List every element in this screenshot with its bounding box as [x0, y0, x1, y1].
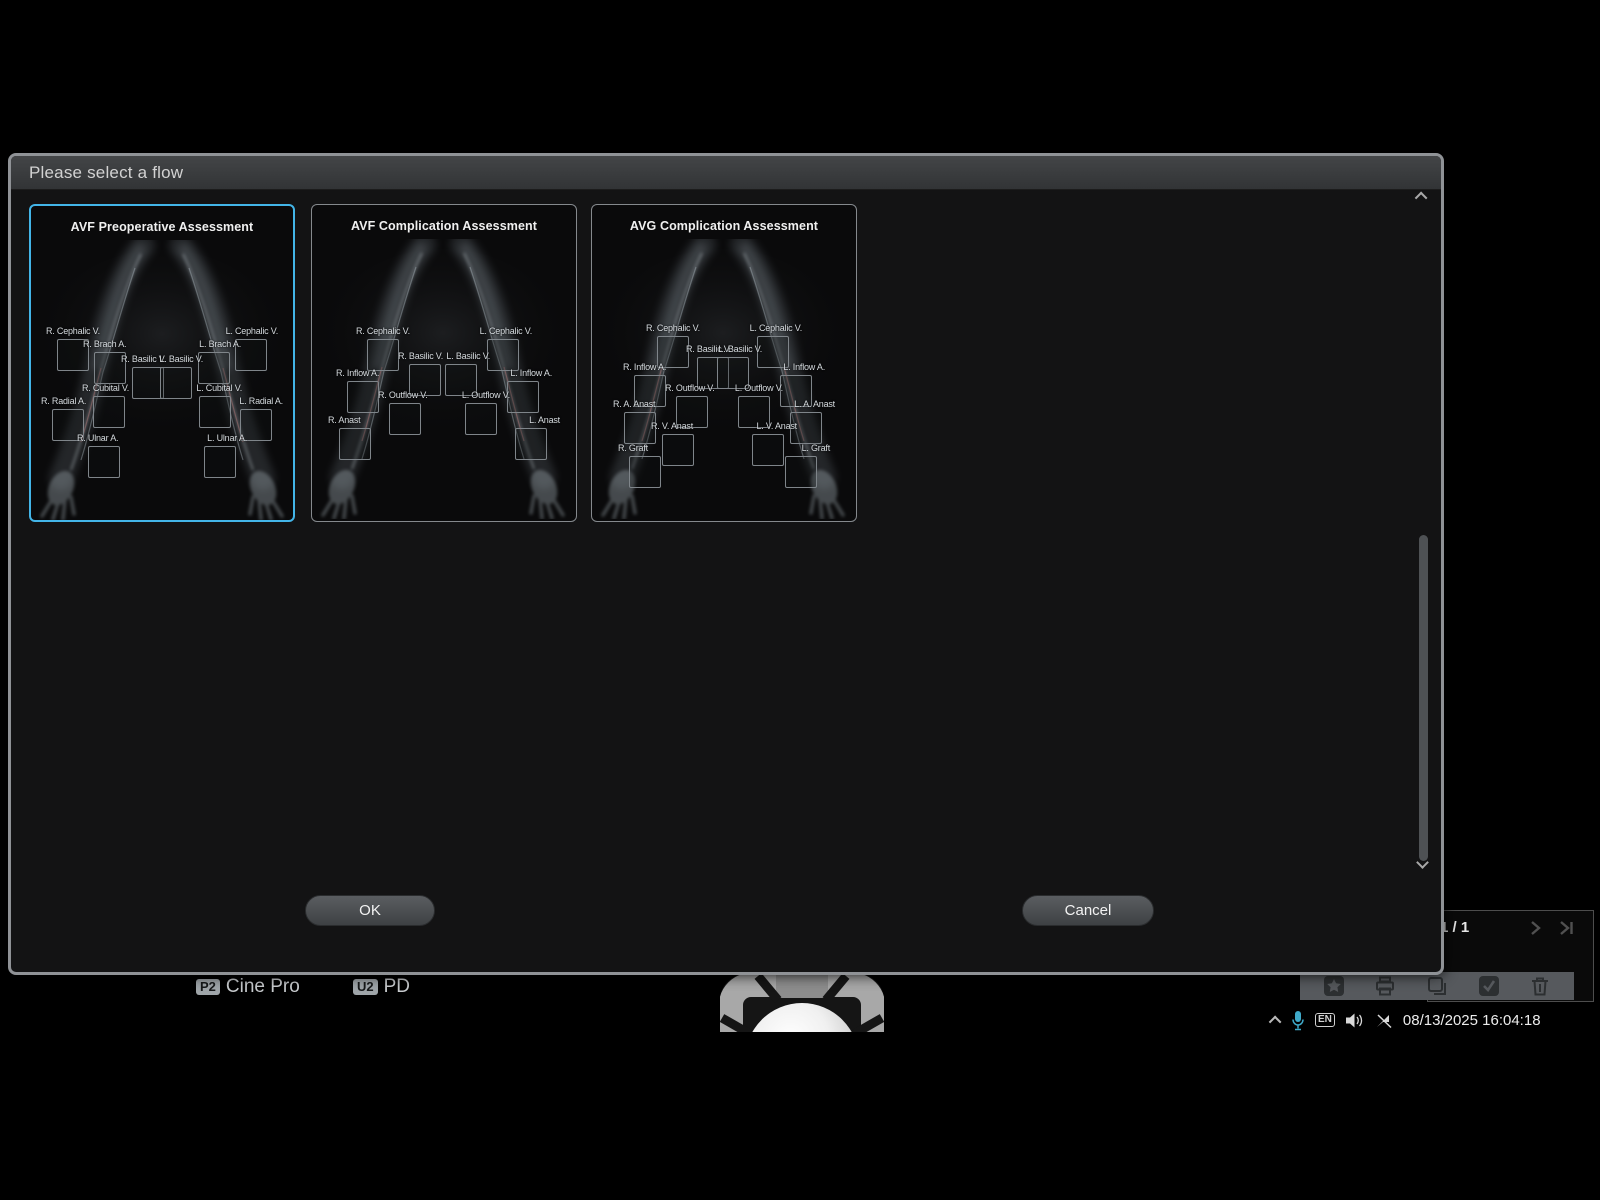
- vessel-box: [88, 446, 120, 478]
- vessel-label: R. Outflow V.: [378, 390, 428, 400]
- speaker-icon[interactable]: [1345, 1012, 1365, 1029]
- softkey-pd[interactable]: U2 PD: [353, 976, 410, 998]
- vessel-label: L. Graft: [802, 443, 830, 453]
- clock: 08/13/2025 16:04:18: [1403, 1012, 1541, 1029]
- vessel-box: [507, 381, 539, 413]
- star-icon[interactable]: [1323, 975, 1345, 997]
- trash-icon[interactable]: [1529, 975, 1551, 997]
- language-badge[interactable]: EN: [1315, 1013, 1335, 1027]
- vessel-label: L. Ulnar A.: [207, 433, 247, 443]
- flow-card-avf-preoperative[interactable]: AVF Preoperative Assessment R. Cephalic V…: [29, 204, 295, 522]
- next-page-icon[interactable]: [1529, 920, 1541, 936]
- vessel-label: L. Inflow A.: [783, 362, 825, 372]
- vessel-box: [199, 396, 231, 428]
- softkey-label: Cine Pro: [226, 976, 300, 998]
- vessel-label: R. Cubital V.: [82, 383, 129, 393]
- cine-save-icon[interactable]: [1426, 975, 1448, 997]
- vessel-label: R. Inflow A.: [336, 368, 379, 378]
- vessel-box: [465, 403, 497, 435]
- vessel-label: L. Outflow V.: [462, 390, 510, 400]
- flow-card-avf-complication[interactable]: AVF Complication Assessment R. Cephalic V…: [311, 204, 577, 522]
- vessel-box: [389, 403, 421, 435]
- ok-button[interactable]: OK: [305, 895, 435, 926]
- vessel-label: R. A. Anast: [613, 399, 655, 409]
- vessel-box: [367, 339, 399, 371]
- vessel-box: [339, 428, 371, 460]
- vessel-box: [629, 456, 661, 488]
- last-page-icon[interactable]: [1559, 920, 1575, 936]
- softkey-badge: U2: [353, 979, 378, 995]
- review-toolbar: [1300, 972, 1574, 1000]
- vessel-label: L. Brach A.: [199, 339, 241, 349]
- microphone-icon[interactable]: [1291, 1010, 1305, 1031]
- vessel-label: R. Inflow A.: [623, 362, 666, 372]
- vessel-label: R. V. Anast: [651, 421, 693, 431]
- flow-card-title: AVF Complication Assessment: [312, 219, 576, 233]
- flow-card-title: AVF Preoperative Assessment: [31, 220, 293, 234]
- vessel-box: [662, 434, 694, 466]
- scrollbar-thumb[interactable]: [1419, 535, 1428, 861]
- network-icon[interactable]: [1375, 1012, 1393, 1029]
- vessel-label: L. Radial A.: [239, 396, 283, 406]
- vessel-label: R. Graft: [618, 443, 648, 453]
- vessel-box: [752, 434, 784, 466]
- vessel-label: L. Basilic V.: [159, 354, 203, 364]
- vessel-box: [93, 396, 125, 428]
- vessel-label: R. Anast: [328, 415, 360, 425]
- page-indicator: 1 / 1: [1440, 919, 1469, 936]
- vessel-label: L. Anast: [529, 415, 560, 425]
- vessel-label: R. Cephalic V.: [46, 326, 100, 336]
- collapse-chevron-icon[interactable]: [1269, 1015, 1282, 1028]
- softkey-badge: P2: [196, 979, 220, 995]
- vessel-label: R. Brach A.: [83, 339, 126, 349]
- softkey-cine-pro[interactable]: P2 Cine Pro: [196, 976, 300, 998]
- vessel-label: L. A. Anast: [794, 399, 835, 409]
- trackball-hint: [720, 974, 884, 1032]
- vessel-label: L. Cephalic V.: [480, 326, 532, 336]
- vessel-label: L. Cubital V.: [196, 383, 242, 393]
- system-tray: EN 08/13/2025 16:04:18: [1272, 1008, 1541, 1032]
- vessel-label: L. Basilic V.: [446, 351, 490, 361]
- checkmark-icon[interactable]: [1478, 975, 1500, 997]
- dialog-title: Please select a flow: [29, 163, 183, 183]
- vessel-box: [204, 446, 236, 478]
- vessel-label: L. Inflow A.: [510, 368, 552, 378]
- arms-illustration: [312, 239, 574, 519]
- vessel-label: R. Cephalic V.: [646, 323, 700, 333]
- vessel-label: L. Cephalic V.: [226, 326, 278, 336]
- vessel-label: R. Radial A.: [41, 396, 86, 406]
- vessel-label: L. Outflow V.: [735, 383, 783, 393]
- softkey-label: PD: [384, 976, 410, 998]
- trackball-icon: [720, 974, 884, 1032]
- scroll-up-icon[interactable]: [1415, 192, 1428, 205]
- vessel-label: R. Cephalic V.: [356, 326, 410, 336]
- dialog-titlebar: Please select a flow: [11, 156, 1441, 190]
- cancel-button[interactable]: Cancel: [1022, 895, 1154, 926]
- vessel-box: [347, 381, 379, 413]
- flow-card-title: AVG Complication Assessment: [592, 219, 856, 233]
- vessel-label: L. V. Anast: [756, 421, 797, 431]
- vessel-box: [487, 339, 519, 371]
- flow-card-avg-complication[interactable]: AVG Complication Assessment R. Cephalic V…: [591, 204, 857, 522]
- vessel-box: [160, 367, 192, 399]
- vessel-label: L. Cephalic V.: [750, 323, 802, 333]
- select-flow-dialog: Please select a flow AVF Preoperative As…: [8, 153, 1444, 975]
- vessel-label: R. Ulnar A.: [77, 433, 118, 443]
- vessel-label: R. Basilic V.: [398, 351, 443, 361]
- vessel-label: R. Outflow V.: [665, 383, 715, 393]
- vessel-box: [515, 428, 547, 460]
- vessel-box: [785, 456, 817, 488]
- printer-icon[interactable]: [1374, 975, 1396, 997]
- vessel-label: L. Basilic V.: [718, 344, 762, 354]
